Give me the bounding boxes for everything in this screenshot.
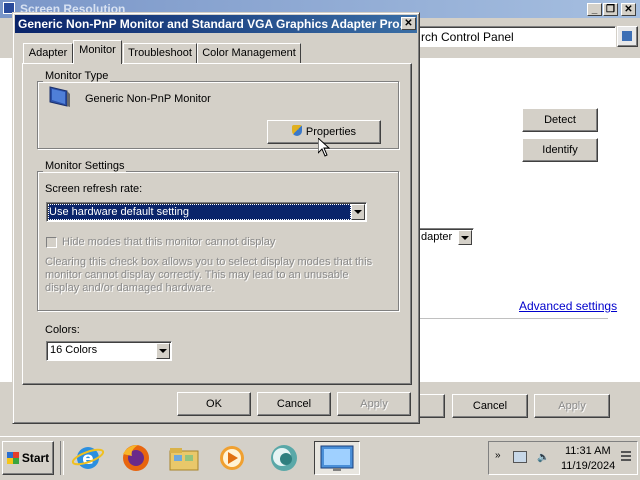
refresh-rate-value: Use hardware default setting — [48, 204, 351, 220]
dialog-close-button[interactable]: ✕ — [401, 17, 416, 30]
monitor-icon — [49, 85, 71, 109]
start-label: Start — [21, 451, 50, 465]
tab-monitor[interactable]: Monitor — [73, 40, 122, 64]
hide-modes-label: Hide modes that this monitor cannot disp… — [62, 236, 276, 248]
tab-adapter-label: Adapter — [28, 47, 68, 59]
media-player-icon[interactable] — [214, 442, 250, 474]
address-text: rch Control Panel — [421, 30, 514, 44]
adapter-dropdown-text: dapter — [421, 231, 453, 243]
colors-value: 16 Colors — [50, 344, 98, 356]
volume-muted-icon[interactable]: 🔈 — [537, 451, 551, 465]
close-icon: ✕ — [404, 18, 413, 29]
tab-color-management[interactable]: Color Management — [197, 43, 301, 63]
cancel-button[interactable]: Cancel — [257, 392, 331, 416]
properties-label: Properties — [305, 126, 357, 138]
app-circle-icon[interactable] — [266, 442, 302, 474]
monitor-settings-label: Monitor Settings — [43, 160, 127, 172]
advanced-settings-link[interactable]: Advanced settings — [519, 299, 617, 313]
address-bar[interactable]: rch Control Panel — [410, 26, 616, 47]
background-cancel-button[interactable]: Cancel — [452, 394, 528, 418]
tab-monitor-label: Monitor — [79, 44, 116, 56]
tab-troubleshoot-label: Troubleshoot — [128, 47, 192, 59]
ok-button[interactable]: OK — [177, 392, 251, 416]
tab-troubleshoot[interactable]: Troubleshoot — [123, 43, 197, 63]
search-icon — [622, 31, 632, 41]
display-settings-taskbar-icon[interactable] — [314, 441, 360, 475]
search-button[interactable] — [617, 26, 638, 47]
background-apply-button[interactable]: Apply — [534, 394, 610, 418]
refresh-rate-select[interactable]: Use hardware default setting — [46, 202, 367, 222]
background-divider — [420, 318, 608, 319]
colors-label: Colors: — [45, 324, 80, 336]
clock-date: 11/19/2024 — [561, 460, 616, 472]
clock-time: 11:31 AM — [565, 445, 611, 457]
tab-adapter[interactable]: Adapter — [23, 43, 73, 63]
system-tray: » 🔈 11:31 AM 11/19/2024 — [488, 441, 638, 475]
network-icon[interactable] — [513, 451, 527, 463]
desktop-grid-icon[interactable] — [621, 451, 631, 463]
firefox-icon[interactable] — [118, 442, 154, 474]
mouse-cursor-icon — [317, 136, 331, 157]
shield-icon — [291, 125, 302, 136]
tab-color-management-label: Color Management — [202, 47, 296, 59]
tray-expand-icon[interactable]: » — [495, 450, 501, 461]
internet-explorer-icon[interactable]: e — [70, 442, 106, 474]
apply-button[interactable]: Apply — [337, 392, 411, 416]
monitor-type-label: Monitor Type — [43, 70, 111, 82]
file-explorer-icon[interactable] — [166, 442, 202, 474]
chevron-down-icon[interactable] — [156, 343, 170, 359]
dialog-title-bar: Generic Non-PnP Monitor and Standard VGA… — [15, 15, 417, 33]
detect-button[interactable]: Detect — [522, 108, 598, 132]
monitor-name: Generic Non-PnP Monitor — [85, 93, 211, 105]
chevron-down-icon[interactable] — [351, 204, 365, 220]
hide-modes-checkbox[interactable] — [46, 237, 57, 248]
start-button[interactable]: Start — [2, 441, 54, 475]
dialog-title: Generic Non-PnP Monitor and Standard VGA… — [18, 17, 410, 31]
taskbar: Start e » 🔈 11:31 AM 11/19/2024 — [0, 436, 640, 480]
identify-button[interactable]: Identify — [522, 138, 598, 162]
chevron-down-icon[interactable] — [458, 230, 472, 245]
taskbar-separator — [60, 441, 64, 475]
hide-modes-warning: Clearing this check box allows you to se… — [45, 256, 373, 294]
refresh-rate-label: Screen refresh rate: — [45, 183, 143, 195]
minimize-button[interactable]: _ — [587, 3, 602, 16]
windows-logo-icon — [6, 452, 19, 464]
properties-dialog: Generic Non-PnP Monitor and Standard VGA… — [12, 12, 420, 424]
restore-button[interactable]: ❐ — [603, 3, 618, 16]
colors-select[interactable]: 16 Colors — [46, 341, 172, 361]
close-button[interactable]: ✕ — [621, 3, 636, 16]
